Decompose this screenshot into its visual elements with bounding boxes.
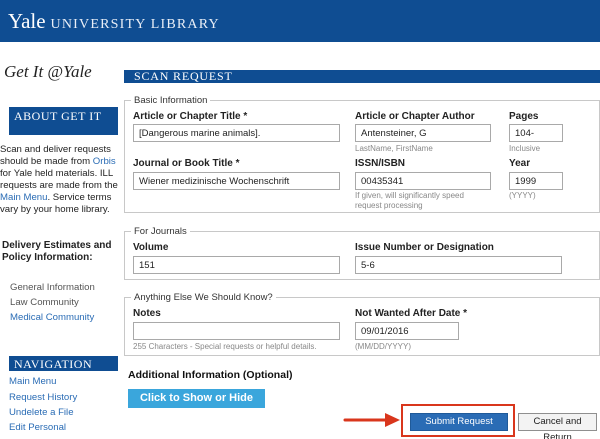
scan-request-heading: SCAN REQUEST (124, 70, 600, 83)
pages-input[interactable] (509, 124, 563, 142)
article-title-input[interactable] (133, 124, 340, 142)
not-wanted-after-label: Not Wanted After Date * (355, 308, 468, 319)
about-description: Scan and deliver requests should be made… (0, 144, 118, 215)
notes-input[interactable] (133, 322, 340, 340)
orbis-link[interactable]: Orbis (93, 156, 116, 167)
year-hint: (YYYY) (509, 191, 536, 200)
pages-label: Pages (509, 111, 539, 122)
nav-request-history[interactable]: Request History (9, 392, 77, 403)
top-banner: Yale UNIVERSITY LIBRARY (0, 0, 600, 42)
issue-input[interactable] (355, 256, 562, 274)
submit-request-button[interactable]: Submit Request (410, 413, 508, 431)
delivery-heading: Delivery Estimates and Policy Informatio… (2, 240, 112, 263)
show-hide-toggle-button[interactable]: Click to Show or Hide (128, 389, 265, 408)
cancel-and-return-button[interactable]: Cancel and Return (518, 413, 597, 439)
navigation-heading: NAVIGATION (6, 356, 118, 371)
year-input[interactable] (509, 172, 563, 190)
notes-hint: 255 Characters - Special requests or hel… (133, 342, 317, 351)
nav-main-menu[interactable]: Main Menu (9, 376, 56, 387)
pages-hint: Inclusive (509, 144, 541, 153)
issn-input[interactable] (355, 172, 491, 190)
volume-input[interactable] (133, 256, 340, 274)
basic-information-legend: Basic Information (134, 95, 208, 106)
issn-label: ISSN/ISBN (355, 158, 406, 169)
journal-title-input[interactable] (133, 172, 340, 190)
additional-information-heading: Additional Information (Optional) (128, 369, 293, 381)
notes-label: Notes (133, 308, 161, 319)
issn-hint: If given, will significantly speed reque… (355, 191, 464, 210)
page-title: Get It @Yale (4, 62, 92, 81)
brand-main: Yale (8, 9, 46, 33)
article-author-input[interactable] (355, 124, 491, 142)
journal-title-label: Journal or Book Title * (133, 158, 240, 169)
medical-community-link[interactable]: Medical Community (10, 312, 94, 323)
law-community-link[interactable]: Law Community (10, 297, 79, 308)
journals-legend: For Journals (134, 226, 187, 237)
volume-label: Volume (133, 242, 169, 253)
not-wanted-after-hint: (MM/DD/YYYY) (355, 342, 411, 351)
main-menu-inline-link[interactable]: Main Menu (0, 192, 47, 203)
article-author-hint: LastName, FirstName (355, 144, 433, 153)
brand-sub: UNIVERSITY LIBRARY (50, 17, 220, 32)
nav-edit-personal[interactable]: Edit Personal (9, 422, 66, 433)
article-author-label: Article or Chapter Author (355, 111, 475, 122)
year-label: Year (509, 158, 531, 169)
nav-undelete-file[interactable]: Undelete a File (9, 407, 74, 418)
article-title-label: Article or Chapter Title * (133, 111, 248, 122)
issue-label: Issue Number or Designation (355, 242, 494, 253)
yale-library-logo[interactable]: Yale UNIVERSITY LIBRARY (8, 9, 220, 34)
anything-else-legend: Anything Else We Should Know? (134, 292, 273, 303)
about-heading: ABOUT GET IT (6, 107, 118, 135)
red-arrow-annotation-icon (343, 413, 400, 427)
not-wanted-after-input[interactable] (355, 322, 459, 340)
general-information-link[interactable]: General Information (10, 282, 95, 293)
